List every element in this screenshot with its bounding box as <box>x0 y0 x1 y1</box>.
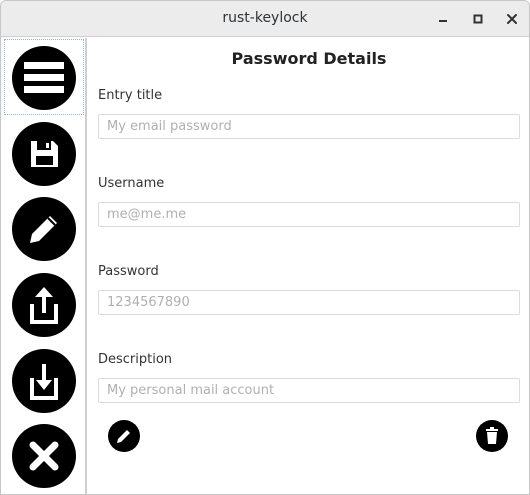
minimize-icon <box>439 20 447 22</box>
import-icon <box>12 349 76 413</box>
delete-entry-button[interactable] <box>475 419 509 453</box>
description-label: Description <box>98 352 173 367</box>
username-input[interactable] <box>98 202 520 227</box>
title-bar: rust-keylock <box>1 1 529 37</box>
sidebar-menu-button[interactable] <box>4 39 84 115</box>
trash-icon <box>476 420 508 452</box>
export-icon <box>12 273 76 337</box>
save-icon <box>12 122 76 186</box>
entry-title-input[interactable] <box>98 114 520 139</box>
password-details-panel: Password Details Entry title Username Pa… <box>89 38 529 494</box>
close-window-button[interactable] <box>502 9 522 29</box>
minimize-button[interactable] <box>433 9 453 29</box>
close-icon <box>12 424 76 488</box>
sidebar-export-button[interactable] <box>4 266 84 342</box>
close-window-icon <box>507 14 517 24</box>
sidebar <box>1 38 87 494</box>
pencil-icon <box>108 420 140 452</box>
username-label: Username <box>98 176 165 191</box>
edit-entry-button[interactable] <box>107 419 141 453</box>
edit-icon <box>12 197 76 261</box>
sidebar-close-button[interactable] <box>4 418 84 494</box>
sidebar-edit-button[interactable] <box>4 191 84 267</box>
maximize-button[interactable] <box>468 9 488 29</box>
app-window: rust-keylock Password Details Entry titl… <box>0 0 530 495</box>
description-input[interactable] <box>98 378 520 403</box>
maximize-icon <box>473 14 483 24</box>
menu-icon <box>12 46 76 110</box>
password-label: Password <box>98 264 159 279</box>
password-input[interactable] <box>98 290 520 315</box>
sidebar-save-button[interactable] <box>4 116 84 192</box>
entry-title-label: Entry title <box>98 88 163 103</box>
page-title: Password Details <box>231 49 387 68</box>
sidebar-import-button[interactable] <box>4 342 84 418</box>
